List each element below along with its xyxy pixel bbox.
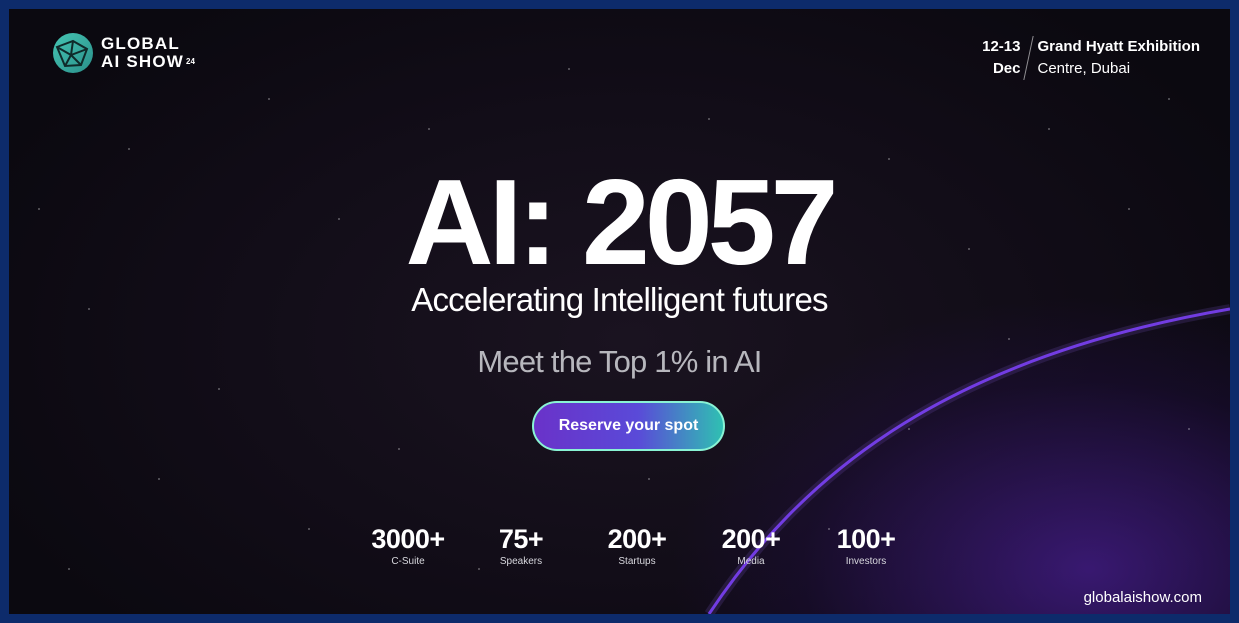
venue-line2: Centre, Dubai bbox=[1037, 60, 1131, 77]
stat-label: Media bbox=[737, 556, 765, 567]
stat-value: 100+ bbox=[836, 524, 896, 554]
hero-banner: GLOBAL AI SHOW 24 12-13 Dec Grand Hyatt E… bbox=[9, 9, 1230, 614]
stat-item: 100+ Investors bbox=[806, 523, 926, 567]
stat-label: Speakers bbox=[499, 556, 543, 567]
website-link[interactable]: globalaishow.com bbox=[1084, 589, 1202, 606]
event-month: Dec bbox=[992, 60, 1021, 77]
logo-edition: 24 bbox=[186, 57, 195, 66]
logo-wordmark: GLOBAL AI SHOW 24 bbox=[101, 35, 195, 71]
hero-tagline: Meet the Top 1% in AI bbox=[477, 344, 762, 379]
stat-value: 200+ bbox=[607, 524, 667, 554]
hero-subhead: Accelerating Intelligent futures bbox=[411, 281, 828, 318]
venue-line1: Grand Hyatt Exhibition bbox=[1037, 38, 1200, 55]
event-dates: 12-13 bbox=[982, 38, 1021, 55]
logo-line1: GLOBAL bbox=[101, 34, 180, 53]
reserve-spot-button[interactable]: Reserve your spot bbox=[532, 401, 725, 451]
event-info: 12-13 Dec Grand Hyatt Exhibition Centre,… bbox=[982, 36, 1200, 80]
stat-value: 75+ bbox=[498, 524, 544, 554]
stat-label: C-Suite bbox=[391, 556, 425, 567]
stat-value: 3000+ bbox=[371, 524, 445, 554]
stat-item: 75+ Speakers bbox=[461, 523, 581, 567]
stat-value: 200+ bbox=[721, 524, 781, 554]
hero-headline: AI: 2057 bbox=[405, 154, 839, 290]
logo-line2: AI SHOW bbox=[101, 52, 185, 71]
stat-item: 200+ Media bbox=[691, 523, 811, 567]
stat-label: Startups bbox=[618, 556, 656, 567]
stat-item: 200+ Startups bbox=[577, 523, 697, 567]
stat-item: 3000+ C-Suite bbox=[348, 523, 468, 567]
globe-icon bbox=[53, 33, 93, 73]
show-logo[interactable]: GLOBAL AI SHOW 24 bbox=[53, 33, 195, 73]
stat-label: Investors bbox=[845, 556, 887, 567]
